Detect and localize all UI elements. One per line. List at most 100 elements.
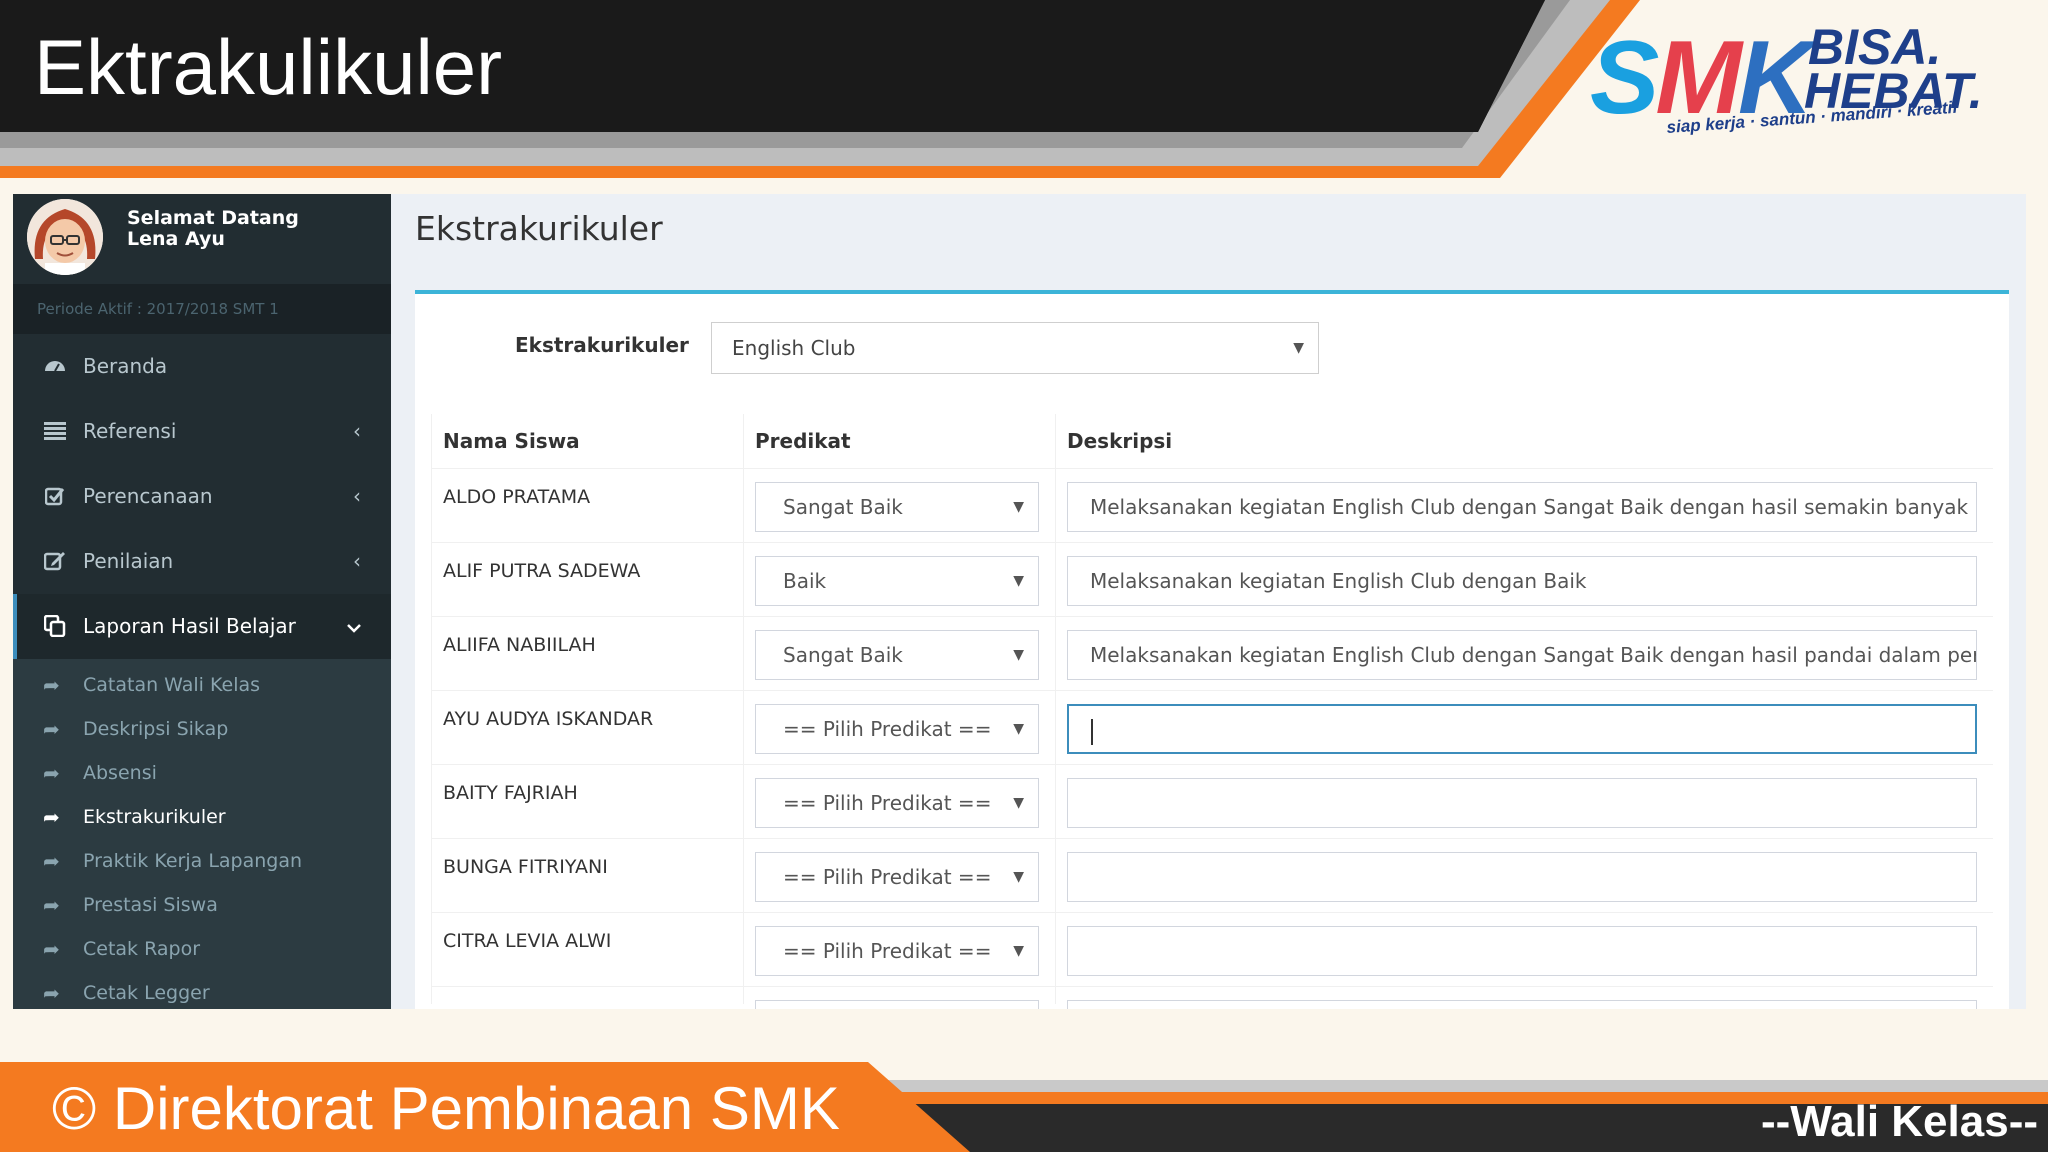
predikat-select[interactable]: == Pilih Predikat == ▼ xyxy=(755,852,1039,902)
footer-role: --Wali Kelas-- xyxy=(1760,1097,2038,1146)
deskripsi-input-focused[interactable] xyxy=(1067,704,1977,754)
submenu-item-label: Deskripsi Sikap xyxy=(83,718,229,740)
submenu-item-label: Ekstrakurikuler xyxy=(83,806,226,828)
list-icon xyxy=(41,399,69,466)
sidebar-item-beranda[interactable]: Beranda xyxy=(13,334,391,399)
main-content: Ekstrakurikuler Ekstrakurikuler English … xyxy=(391,194,2026,1009)
table-row: ALIIFA NABIILAH Sangat Baik ▼ Melaksanaka… xyxy=(431,616,1993,690)
share-icon: ➦ xyxy=(43,761,60,785)
predikat-select-value: Sangat Baik xyxy=(783,495,903,519)
content-box: Ekstrakurikuler English Club ▼ Nama Sisw… xyxy=(415,290,2009,1009)
predikat-select[interactable]: == Pilih Predikat == ▼ xyxy=(755,704,1039,754)
deskripsi-input[interactable]: Melaksanakan kegiatan English Club denga… xyxy=(1067,556,1977,606)
ekstrakurikuler-select[interactable]: English Club ▼ xyxy=(711,322,1319,374)
caret-down-icon: ▼ xyxy=(1013,647,1024,663)
sidebar-item-referensi[interactable]: Referensi ‹ xyxy=(13,399,391,464)
caret-down-icon: ▼ xyxy=(1293,340,1304,356)
sidebar-item-perencanaan[interactable]: Perencanaan ‹ xyxy=(13,464,391,529)
deskripsi-input[interactable] xyxy=(1067,778,1977,828)
table-row-partial xyxy=(431,986,1993,1009)
submenu-item-prestasi-siswa[interactable]: ➦ Prestasi Siswa xyxy=(13,883,391,927)
app-window: Selamat Datang Lena Ayu Periode Aktif : … xyxy=(13,194,2026,1009)
predikat-select-value: == Pilih Predikat == xyxy=(783,865,992,889)
submenu-item-absensi[interactable]: ➦ Absensi xyxy=(13,751,391,795)
text-cursor xyxy=(1091,718,1093,745)
checkbox-icon xyxy=(41,464,69,532)
deskripsi-input[interactable]: Melaksanakan kegiatan English Club denga… xyxy=(1067,630,1977,680)
deskripsi-input[interactable] xyxy=(1067,852,1977,902)
welcome-username: Lena Ayu xyxy=(127,228,225,250)
welcome-text: Selamat Datang Lena Ayu xyxy=(127,208,299,250)
sidebar-item-penilaian[interactable]: Penilaian ‹ xyxy=(13,529,391,594)
column-header-nama-siswa: Nama Siswa xyxy=(443,429,580,453)
submenu-item-catatan-wali-kelas[interactable]: ➦ Catatan Wali Kelas xyxy=(13,663,391,707)
student-name: ALIF PUTRA SADEWA xyxy=(443,560,641,582)
sidebar: Selamat Datang Lena Ayu Periode Aktif : … xyxy=(13,194,391,1009)
predikat-select-value: == Pilih Predikat == xyxy=(783,939,992,963)
table-row: AYU AUDYA ISKANDAR == Pilih Predikat == ▼ xyxy=(431,690,1993,764)
chevron-down-icon xyxy=(347,594,361,659)
welcome-greeting: Selamat Datang xyxy=(127,207,299,229)
slide-banner: Ektrakulikuler SMK BISA. HEBAT. siap ker… xyxy=(0,0,2048,180)
student-name: AYU AUDYA ISKANDAR xyxy=(443,708,654,730)
edit-icon xyxy=(41,529,69,597)
caret-down-icon: ▼ xyxy=(1013,943,1024,959)
chevron-left-icon: ‹ xyxy=(353,484,361,508)
submenu-item-ekstrakurikuler[interactable]: ➦ Ekstrakurikuler xyxy=(13,795,391,839)
student-name: ALDO PRATAMA xyxy=(443,486,591,508)
active-period: Periode Aktif : 2017/2018 SMT 1 xyxy=(13,284,391,334)
copy-icon xyxy=(41,594,69,663)
sidebar-item-label: Beranda xyxy=(83,354,168,378)
caret-down-icon: ▼ xyxy=(1013,869,1024,885)
sidebar-item-label: Penilaian xyxy=(83,549,174,573)
chevron-left-icon: ‹ xyxy=(353,549,361,573)
share-icon: ➦ xyxy=(43,937,60,961)
submenu-item-cetak-rapor[interactable]: ➦ Cetak Rapor xyxy=(13,927,391,971)
predikat-select[interactable]: == Pilih Predikat == ▼ xyxy=(755,778,1039,828)
deskripsi-input[interactable]: Melaksanakan kegiatan English Club denga… xyxy=(1067,482,1977,532)
student-name: ALIIFA NABIILAH xyxy=(443,634,596,656)
submenu-item-label: Absensi xyxy=(83,762,157,784)
chevron-left-icon: ‹ xyxy=(353,419,361,443)
predikat-select[interactable]: Baik ▼ xyxy=(755,556,1039,606)
ekstrakurikuler-select-value: English Club xyxy=(732,336,856,360)
deskripsi-input[interactable] xyxy=(1067,1000,1977,1009)
share-icon: ➦ xyxy=(43,893,60,917)
predikat-select-value: == Pilih Predikat == xyxy=(783,717,992,741)
submenu-item-cetak-legger[interactable]: ➦ Cetak Legger xyxy=(13,971,391,1009)
caret-down-icon: ▼ xyxy=(1013,573,1024,589)
student-name: BUNGA FITRIYANI xyxy=(443,856,608,878)
submenu-laporan: ➦ Catatan Wali Kelas ➦ Deskripsi Sikap ➦ Ab… xyxy=(13,659,391,1009)
sidebar-item-laporan-hasil-belajar[interactable]: Laporan Hasil Belajar xyxy=(13,594,391,659)
filter-label: Ekstrakurikuler xyxy=(515,333,689,357)
smk-logo: SMK BISA. HEBAT. siap kerja · santun · m… xyxy=(1580,10,2040,160)
dashboard-icon xyxy=(41,334,69,402)
submenu-item-deskripsi-sikap[interactable]: ➦ Deskripsi Sikap xyxy=(13,707,391,751)
predikat-select[interactable] xyxy=(755,1000,1039,1009)
submenu-item-label: Praktik Kerja Lapangan xyxy=(83,850,303,872)
table-row: ALIF PUTRA SADEWA Baik ▼ Melaksanakan keg… xyxy=(431,542,1993,616)
share-icon: ➦ xyxy=(43,805,60,829)
predikat-select[interactable]: Sangat Baik ▼ xyxy=(755,630,1039,680)
slide-footer: © Direktorat Pembinaan SMK --Wali Kelas-… xyxy=(0,1040,2048,1152)
predikat-select-value: Baik xyxy=(783,569,827,593)
avatar xyxy=(27,199,103,275)
student-name: BAITY FAJRIAH xyxy=(443,782,578,804)
deskripsi-input[interactable] xyxy=(1067,926,1977,976)
submenu-item-praktik-kerja-lapangan[interactable]: ➦ Praktik Kerja Lapangan xyxy=(13,839,391,883)
share-icon: ➦ xyxy=(43,673,60,697)
predikat-select[interactable]: Sangat Baik ▼ xyxy=(755,482,1039,532)
submenu-item-label: Cetak Rapor xyxy=(83,938,201,960)
footer-copyright: © Direktorat Pembinaan SMK xyxy=(52,1075,840,1142)
sidebar-item-label: Referensi xyxy=(83,419,177,443)
share-icon: ➦ xyxy=(43,849,60,873)
page-title: Ekstrakurikuler xyxy=(415,209,663,248)
caret-down-icon: ▼ xyxy=(1013,795,1024,811)
user-panel: Selamat Datang Lena Ayu xyxy=(13,194,391,284)
share-icon: ➦ xyxy=(43,981,60,1005)
share-icon: ➦ xyxy=(43,717,60,741)
predikat-select-value: == Pilih Predikat == xyxy=(783,791,992,815)
student-name: CITRA LEVIA ALWI xyxy=(443,930,612,952)
table-row: CITRA LEVIA ALWI == Pilih Predikat == ▼ xyxy=(431,912,1993,986)
predikat-select[interactable]: == Pilih Predikat == ▼ xyxy=(755,926,1039,976)
